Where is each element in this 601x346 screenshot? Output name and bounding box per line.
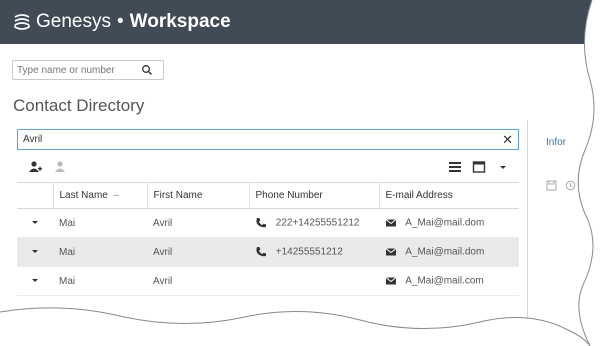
chevron-down-icon[interactable] [31, 218, 39, 229]
phone-icon[interactable] [255, 217, 267, 229]
chevron-down-icon[interactable] [31, 276, 39, 287]
phone-cell [249, 266, 379, 296]
chevron-down-icon[interactable] [31, 247, 39, 258]
filter-input[interactable] [23, 134, 503, 145]
history-icon[interactable] [565, 178, 576, 196]
expand-row-button[interactable] [17, 266, 53, 296]
tab-information[interactable]: Infor [546, 137, 566, 148]
envelope-icon[interactable] [385, 275, 397, 287]
envelope-icon[interactable] [385, 246, 397, 258]
save-icon[interactable] [546, 178, 557, 196]
table-row[interactable]: Mai Avril 222+14255551212 A_Mai@mail.dom [17, 208, 519, 238]
phone-number[interactable]: 222+14255551212 [276, 218, 360, 229]
first-name-cell: Avril [147, 208, 249, 238]
last-name-cell: Mai [53, 237, 147, 267]
toolbar-left [28, 160, 68, 174]
column-phone-number[interactable]: Phone Number [248, 182, 379, 209]
genesys-logo-icon [12, 12, 32, 32]
search-icon[interactable] [141, 64, 153, 76]
envelope-icon[interactable] [385, 217, 397, 229]
phone-number[interactable]: +14255551212 [276, 247, 343, 258]
list-view-icon[interactable] [448, 160, 462, 174]
contact-table: Last Name – First Name Phone Number E-ma… [17, 182, 519, 296]
phone-cell[interactable]: +14255551212 [249, 237, 379, 267]
workspace-window: Genesys • Workspace Contact Directory ✕ [0, 0, 601, 346]
chevron-down-icon[interactable] [496, 160, 510, 174]
expand-row-button[interactable] [17, 208, 53, 238]
team-communicator-search[interactable] [12, 60, 164, 80]
directory-filter[interactable]: ✕ [17, 129, 519, 150]
email-cell[interactable]: A_Mai@mail.dom [379, 208, 519, 238]
email-cell[interactable]: A_Mai@mail.dom [379, 237, 519, 267]
first-name-cell: Avril [147, 237, 249, 267]
expand-column-header [17, 182, 53, 209]
column-label: First Name [153, 190, 203, 201]
expand-row-button[interactable] [17, 237, 53, 267]
clear-filter-button[interactable]: ✕ [502, 132, 513, 148]
page-title: Contact Directory [13, 96, 145, 115]
table-header-row: Last Name – First Name Phone Number E-ma… [17, 182, 519, 209]
column-last-name[interactable]: Last Name – [52, 182, 147, 209]
panel-toolbar [546, 178, 576, 196]
email-address[interactable]: A_Mai@mail.dom [405, 247, 484, 258]
information-panel: Infor [527, 120, 601, 346]
add-contact-icon[interactable] [28, 160, 42, 174]
phone-icon[interactable] [255, 246, 267, 258]
email-address[interactable]: A_Mai@mail.com [405, 276, 484, 287]
product-name: Workspace [129, 11, 231, 32]
contact-details-icon[interactable] [54, 160, 68, 174]
column-email-address[interactable]: E-mail Address [378, 182, 519, 209]
first-name-cell: Avril [147, 266, 249, 296]
title-separator: • [116, 11, 124, 32]
last-name-cell: Mai [53, 266, 147, 296]
column-label: E-mail Address [385, 190, 453, 201]
column-label: Last Name [59, 190, 108, 201]
table-row[interactable]: Mai Avril A_Mai@mail.com [17, 266, 519, 296]
phone-cell[interactable]: 222+14255551212 [249, 208, 379, 238]
grid-view-icon[interactable] [472, 160, 486, 174]
email-address[interactable]: A_Mai@mail.dom [405, 218, 484, 229]
toolbar-right [448, 160, 510, 174]
email-cell[interactable]: A_Mai@mail.com [379, 266, 519, 296]
column-label: Phone Number [255, 190, 323, 201]
last-name-cell: Mai [53, 208, 147, 238]
column-first-name[interactable]: First Name [146, 182, 249, 209]
search-input[interactable] [17, 64, 141, 76]
table-row[interactable]: Mai Avril +14255551212 A_Mai@mail.dom [17, 237, 519, 267]
title-bar: Genesys • Workspace [0, 0, 601, 44]
sort-indicator: – [113, 190, 120, 201]
brand-name: Genesys [36, 11, 111, 32]
